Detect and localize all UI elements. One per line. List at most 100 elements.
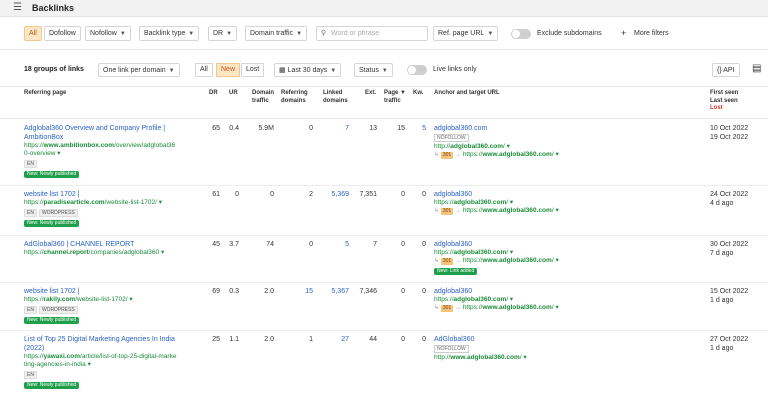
kw-value[interactable]: 5 <box>386 124 426 133</box>
col-referring-domains[interactable]: Referring domains <box>281 90 308 105</box>
table-row: List of Top 25 Digital Marketing Agencie… <box>0 331 768 401</box>
first-seen-value: 10 Oct 2022 <box>710 125 749 132</box>
first-seen-value: 24 Oct 2022 <box>710 191 749 198</box>
last-seen-value: 7 d ago <box>710 250 734 257</box>
top-bar: ☰ Backlinks <box>0 0 768 17</box>
status-badge: New: Newly published <box>24 171 80 178</box>
chevron-down-icon: ▾ <box>506 143 510 150</box>
col-lost: Lost <box>710 105 723 111</box>
col-dr[interactable]: DR <box>209 90 218 98</box>
api-label: API <box>723 67 735 74</box>
col-ext[interactable]: Ext. <box>365 90 376 98</box>
segment-all[interactable]: All <box>195 63 213 77</box>
col-referring-page[interactable]: Referring page <box>24 90 66 98</box>
dr-dropdown[interactable]: DR ▼ <box>208 26 238 41</box>
results-toolbar: 18 groups of links One link per domain ▼ … <box>0 58 768 80</box>
referring-page-url[interactable]: https://paradisearticle.com/website-list… <box>24 199 204 207</box>
redirect-url[interactable]: ↳ 301 → https://www.adglobal360.com/ ▾ <box>434 304 694 312</box>
referring-page-title[interactable]: AdGlobal360 | CHANNEL REPORT <box>24 240 204 249</box>
col-page-traffic[interactable]: Page ▼ traffic <box>384 90 406 105</box>
chevron-down-icon: ▾ <box>509 199 514 206</box>
filter-dofollow-button[interactable]: Dofollow <box>44 26 81 41</box>
target-url[interactable]: http://www.adglobal360.com/ ▾ <box>434 354 694 362</box>
exclude-subdomains-label: Exclude subdomains <box>537 30 602 37</box>
search-box: ⚲ <box>316 26 428 41</box>
search-input[interactable] <box>331 28 425 39</box>
col-ur[interactable]: UR <box>229 90 238 98</box>
status-dropdown[interactable]: Status ▼ <box>354 63 393 77</box>
segment-lost[interactable]: Lost <box>241 63 265 77</box>
target-url[interactable]: https://adglobal360.com/ ▾ <box>434 249 694 257</box>
last-seen-value: 1 d ago <box>710 297 734 304</box>
chevron-down-icon: ▼ <box>381 68 388 74</box>
exclude-subdomains-toggle[interactable] <box>511 29 531 39</box>
segment-new[interactable]: New <box>216 63 241 77</box>
chevron-down-icon: ▼ <box>330 68 337 74</box>
col-kw[interactable]: Kw. <box>413 90 423 98</box>
anchor-text[interactable]: adglobal360 <box>434 240 694 249</box>
col-domain-traffic[interactable]: Domain traffic <box>252 90 274 105</box>
domain-traffic-value: 0 <box>270 191 274 198</box>
referring-page-url[interactable]: https://channel.report/companies/adgloba… <box>24 249 204 257</box>
referring-page-title[interactable]: website list 1702 | <box>24 287 204 296</box>
table-row: website list 1702 | https://rakily.com/w… <box>0 283 768 331</box>
anchor-cell: adglobal360.com NOFOLLOW http://adglobal… <box>434 124 694 159</box>
anchor-text[interactable]: adglobal360.com <box>434 124 694 133</box>
backlink-type-label: Backlink type <box>144 30 186 37</box>
referring-page-cell: AdGlobal360 | CHANNEL REPORT https://cha… <box>24 240 204 257</box>
nofollow-tag: NOFOLLOW <box>434 134 469 142</box>
domain-traffic-dropdown[interactable]: Domain traffic ▼ <box>245 26 308 41</box>
ur-value: 1.1 <box>229 336 239 343</box>
col-linked-domains-l2: domains <box>323 97 348 104</box>
kw-value: 0 <box>422 336 426 343</box>
plus-icon[interactable]: + <box>621 28 626 38</box>
referring-domains-value: 0 <box>309 241 313 248</box>
referring-page-title[interactable]: website list 1702 | <box>24 190 204 199</box>
columns-icon[interactable]: ▤ <box>752 63 761 74</box>
referring-page-title[interactable]: List of Top 25 Digital Marketing Agencie… <box>24 335 204 353</box>
referring-page-url[interactable]: https://www.ambitionbox.com/overview/adg… <box>24 142 204 158</box>
date-range-dropdown[interactable]: ▦ Last 30 days ▼ <box>274 63 342 77</box>
chevron-down-icon: ▾ <box>555 304 559 311</box>
col-anchor[interactable]: Anchor and target URL <box>434 90 500 98</box>
backlink-type-dropdown[interactable]: Backlink type ▼ <box>139 26 200 41</box>
last-seen-value: 1 d ago <box>710 345 734 352</box>
first-seen-value: 15 Oct 2022 <box>710 288 749 295</box>
chevron-down-icon: ▼ <box>188 31 195 37</box>
anchor-text[interactable]: adglobal360 <box>434 287 694 296</box>
domain-traffic-label: Domain traffic <box>250 30 294 37</box>
kw-value: 0 <box>422 191 426 198</box>
filter-bar: All Dofollow Nofollow ▼ Backlink type ▼ DR… <box>0 17 768 50</box>
status-badge: New: Newly published <box>24 220 80 227</box>
kw-value: 0 <box>422 241 426 248</box>
language-tag: EN <box>24 209 37 217</box>
live-links-toggle[interactable] <box>407 65 427 75</box>
col-linked-domains[interactable]: Linked domains <box>323 90 348 105</box>
target-url[interactable]: http://adglobal360.com/ ▾ <box>434 143 694 151</box>
referring-page-title[interactable]: Adglobal360 Overview and Company Profile… <box>24 124 204 142</box>
domain-traffic-value: 2.0 <box>264 336 274 343</box>
ref-page-url-dropdown[interactable]: Ref. page URL ▼ <box>433 26 499 41</box>
filter-nofollow-dropdown[interactable]: Nofollow ▼ <box>85 26 131 41</box>
more-filters-button[interactable]: More filters <box>634 30 669 37</box>
col-page-traffic-l2: traffic <box>384 97 401 104</box>
sort-desc-icon: ▼ <box>400 90 406 96</box>
redirect-url[interactable]: ↳ 301 → https://www.adglobal360.com/ ▾ <box>434 151 694 159</box>
redirect-url[interactable]: ↳ 301 → https://www.adglobal360.com/ ▾ <box>434 207 694 215</box>
col-referring-domains-l2: domains <box>281 97 306 104</box>
referring-page-url[interactable]: https://yawaxi.com/article/list-of-top-2… <box>24 353 204 369</box>
target-url[interactable]: https://adglobal360.com/ ▾ <box>434 296 694 304</box>
anchor-text[interactable]: AdGlobal360 <box>434 335 694 344</box>
api-button[interactable]: {} API <box>712 63 740 77</box>
filter-all-button[interactable]: All <box>24 26 42 41</box>
anchor-cell: adglobal360 https://adglobal360.com/ ▾ ↳… <box>434 190 694 215</box>
anchor-text[interactable]: adglobal360 <box>434 190 694 199</box>
referring-domains-value[interactable]: 15 <box>273 287 313 296</box>
per-domain-dropdown[interactable]: One link per domain ▼ <box>98 63 180 77</box>
redirect-url[interactable]: ↳ 301 → https://www.adglobal360.com/ ▾ <box>434 257 694 265</box>
status-badge: New: Newly published <box>24 382 80 389</box>
referring-page-url[interactable]: https://rakily.com/website-list-1702/ ▾ <box>24 296 204 304</box>
target-url[interactable]: https://adglobal360.com/ ▾ <box>434 199 694 207</box>
col-dates[interactable]: First seen Last seen Lost <box>710 90 738 113</box>
menu-icon[interactable]: ☰ <box>13 3 22 13</box>
